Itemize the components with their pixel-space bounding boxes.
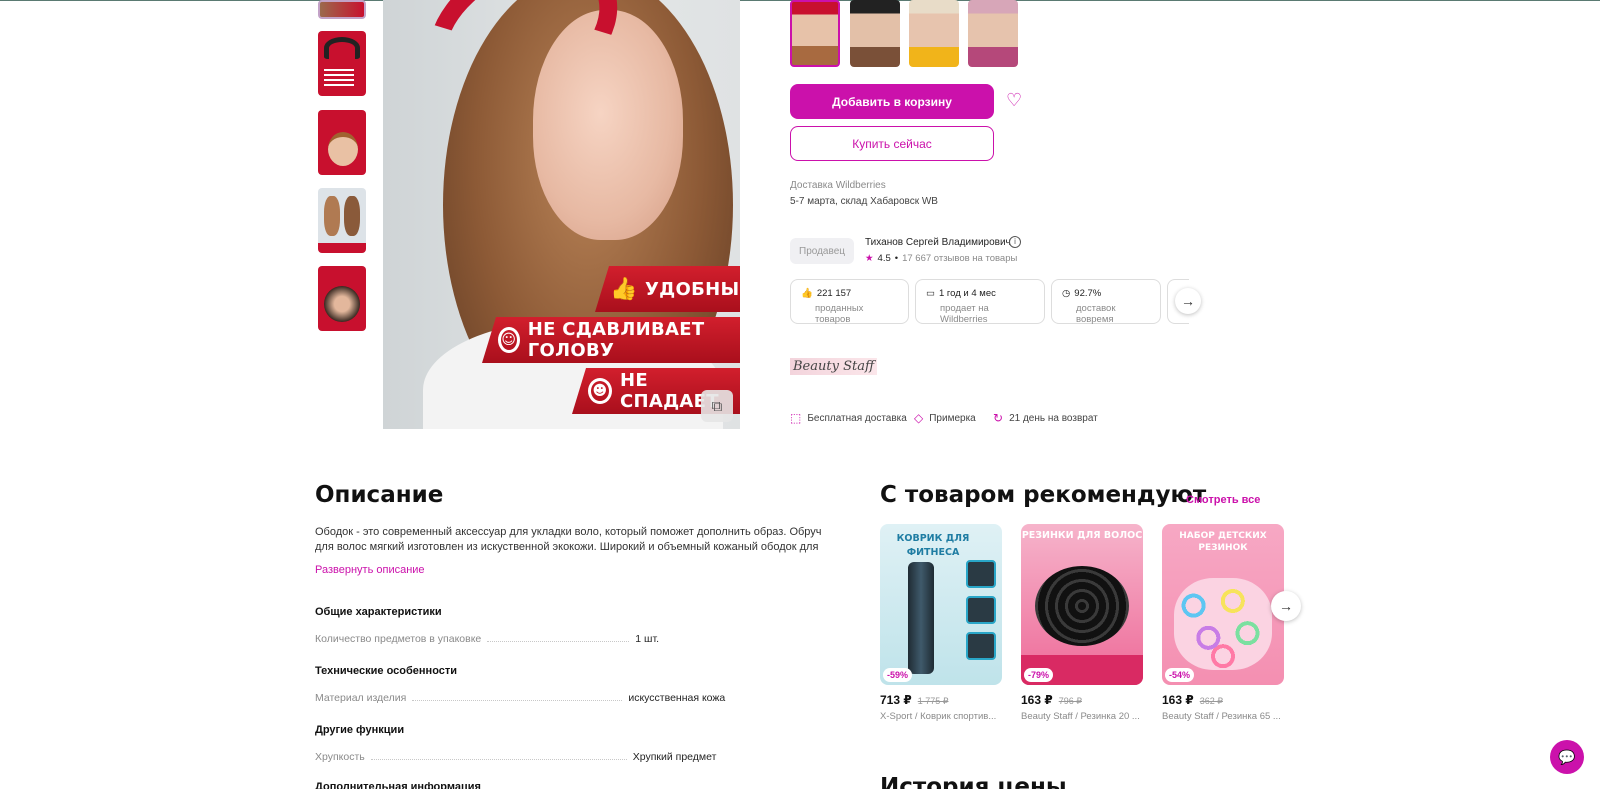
- rec-image-2: РЕЗИНКИ ДЛЯ ВОЛОС -79%: [1021, 524, 1143, 685]
- thumbs-up-icon: 👍: [610, 276, 638, 302]
- rec-image-title-2: РЕЗИНКИ ДЛЯ ВОЛОС: [1021, 530, 1143, 541]
- spec-section-additional: Дополнительная информация: [315, 781, 481, 789]
- seller-rating: 4.5: [877, 253, 891, 264]
- variant-beige[interactable]: [909, 0, 959, 67]
- price-history-heading: История цены: [880, 774, 1067, 789]
- variant-pink[interactable]: [968, 0, 1018, 67]
- see-all-link[interactable]: Смотреть все: [1186, 494, 1260, 506]
- rec-price-3: 163 ₽362 ₽: [1162, 693, 1223, 707]
- spec-section-general: Общие характеристики: [315, 606, 442, 618]
- delivery-title: Доставка Wildberries: [790, 180, 886, 191]
- variant-red[interactable]: [790, 0, 840, 67]
- spec-row-fragility: Хрупкость Хрупкий предмет: [315, 751, 717, 763]
- spec-section-technical: Технические особенности: [315, 665, 458, 677]
- spec-row-material: Материал изделия искусственная кожа: [315, 692, 726, 704]
- banner-comfortable: 👍 УДОБНЫЙ: [595, 266, 740, 312]
- rec-discount-1: -59%: [883, 668, 913, 682]
- dot-separator: •: [894, 253, 899, 264]
- rec-image-title-1: КОВРИК ДЛЯ ФИТНЕСА: [896, 533, 970, 558]
- rec-name-2: Beauty Staff / Резинка 20 ...: [1021, 711, 1140, 722]
- copy-icon[interactable]: ⧉: [701, 390, 733, 422]
- delivery-details: 5-7 марта, склад Хабаровск WB: [790, 196, 938, 207]
- spec-section-other: Другие функции: [315, 724, 405, 736]
- rec-price-1: 713 ₽1 775 ₽: [880, 693, 949, 707]
- rec-card-2[interactable]: РЕЗИНКИ ДЛЯ ВОЛОС -79% 163 ₽796 ₽ Beauty…: [1021, 524, 1143, 722]
- hair-icon: ☻: [588, 378, 612, 404]
- seller-badge: Продавец: [790, 238, 854, 264]
- recommendations-next-arrow-icon[interactable]: →: [1271, 591, 1301, 621]
- thumbnail-4[interactable]: [318, 188, 366, 253]
- chat-icon[interactable]: 💬: [1550, 740, 1584, 774]
- stat-card-ontime: ◷ 92.7% доставок вовремя: [1051, 279, 1161, 325]
- feature-fitting: ◇ Примерка: [914, 411, 976, 425]
- rec-image-title-3: НАБОР ДЕТСКИХ РЕЗИНОК: [1179, 531, 1267, 553]
- rec-card-1[interactable]: КОВРИК ДЛЯ ФИТНЕСА -59% 713 ₽1 775 ₽ X-S…: [880, 524, 1002, 722]
- rec-image-1: КОВРИК ДЛЯ ФИТНЕСА -59%: [880, 524, 1002, 685]
- box-icon: ▭: [926, 288, 935, 299]
- rec-discount-3: -54%: [1165, 668, 1195, 682]
- description-text: Ободок - это современный аксессуар для у…: [315, 526, 822, 553]
- description-heading: Описание: [315, 482, 444, 508]
- add-to-cart-button[interactable]: Добавить в корзину: [790, 84, 994, 119]
- thumbs-up-icon: 👍: [801, 288, 813, 299]
- brand-logo[interactable]: Beauty Staff: [790, 358, 878, 375]
- rec-price-2: 163 ₽796 ₽: [1021, 693, 1082, 707]
- variant-black[interactable]: [850, 0, 900, 67]
- spec-row-quantity: Количество предметов в упаковке 1 шт.: [315, 633, 660, 645]
- banner-no-pressure: ☺ НЕ СДАВЛИВАЕТ ГОЛОВУ: [482, 317, 740, 363]
- rec-image-3: НАБОР ДЕТСКИХ РЕЗИНОК -54%: [1162, 524, 1284, 685]
- stat-card-tenure: ▭ 1 год и 4 мес продает на Wildberries: [915, 279, 1045, 325]
- rec-name-3: Beauty Staff / Резинка 65 ...: [1162, 711, 1281, 722]
- info-icon[interactable]: i: [1009, 236, 1021, 248]
- feature-free-delivery: ⬚ Бесплатная доставка: [790, 411, 907, 425]
- thumbnail-5[interactable]: [318, 266, 366, 331]
- star-icon: ★: [865, 253, 874, 264]
- rec-name-1: X-Sport / Коврик спортив...: [880, 711, 997, 722]
- head-icon: ☺: [498, 327, 520, 353]
- seller-rating-row: ★ 4.5 • 17 667 отзывов на товары: [865, 253, 1017, 264]
- buy-now-button[interactable]: Купить сейчас: [790, 126, 994, 161]
- seller-name[interactable]: Тиханов Сергей Владимирович: [865, 237, 1011, 248]
- main-product-photo[interactable]: 👍 УДОБНЫЙ ☺ НЕ СДАВЛИВАЕТ ГОЛОВУ ☻ НЕ СП…: [383, 0, 740, 429]
- rec-discount-2: -79%: [1024, 668, 1054, 682]
- thumbnail-1[interactable]: [318, 0, 366, 19]
- clock-icon: ◷: [1062, 288, 1071, 299]
- box-icon: ⬚: [790, 411, 802, 425]
- recommendations-heading: С товаром рекомендуют: [880, 482, 1207, 508]
- feature-return: ↻ 21 день на возврат: [993, 411, 1098, 425]
- stats-next-arrow-icon[interactable]: →: [1175, 288, 1201, 314]
- refresh-icon: ↻: [993, 411, 1004, 425]
- stat-card-sold: 👍 221 157 проданных товаров: [790, 279, 909, 325]
- thumbnail-2[interactable]: [318, 31, 366, 96]
- tag-icon: ◇: [914, 411, 924, 425]
- seller-reviews: 17 667 отзывов на товары: [902, 253, 1018, 264]
- thumbnail-3[interactable]: [318, 110, 366, 175]
- expand-description-link[interactable]: Развернуть описание: [315, 564, 425, 576]
- rec-card-3[interactable]: НАБОР ДЕТСКИХ РЕЗИНОК -54% 163 ₽362 ₽ Be…: [1162, 524, 1284, 722]
- favorite-heart-icon[interactable]: ♡: [1006, 90, 1022, 111]
